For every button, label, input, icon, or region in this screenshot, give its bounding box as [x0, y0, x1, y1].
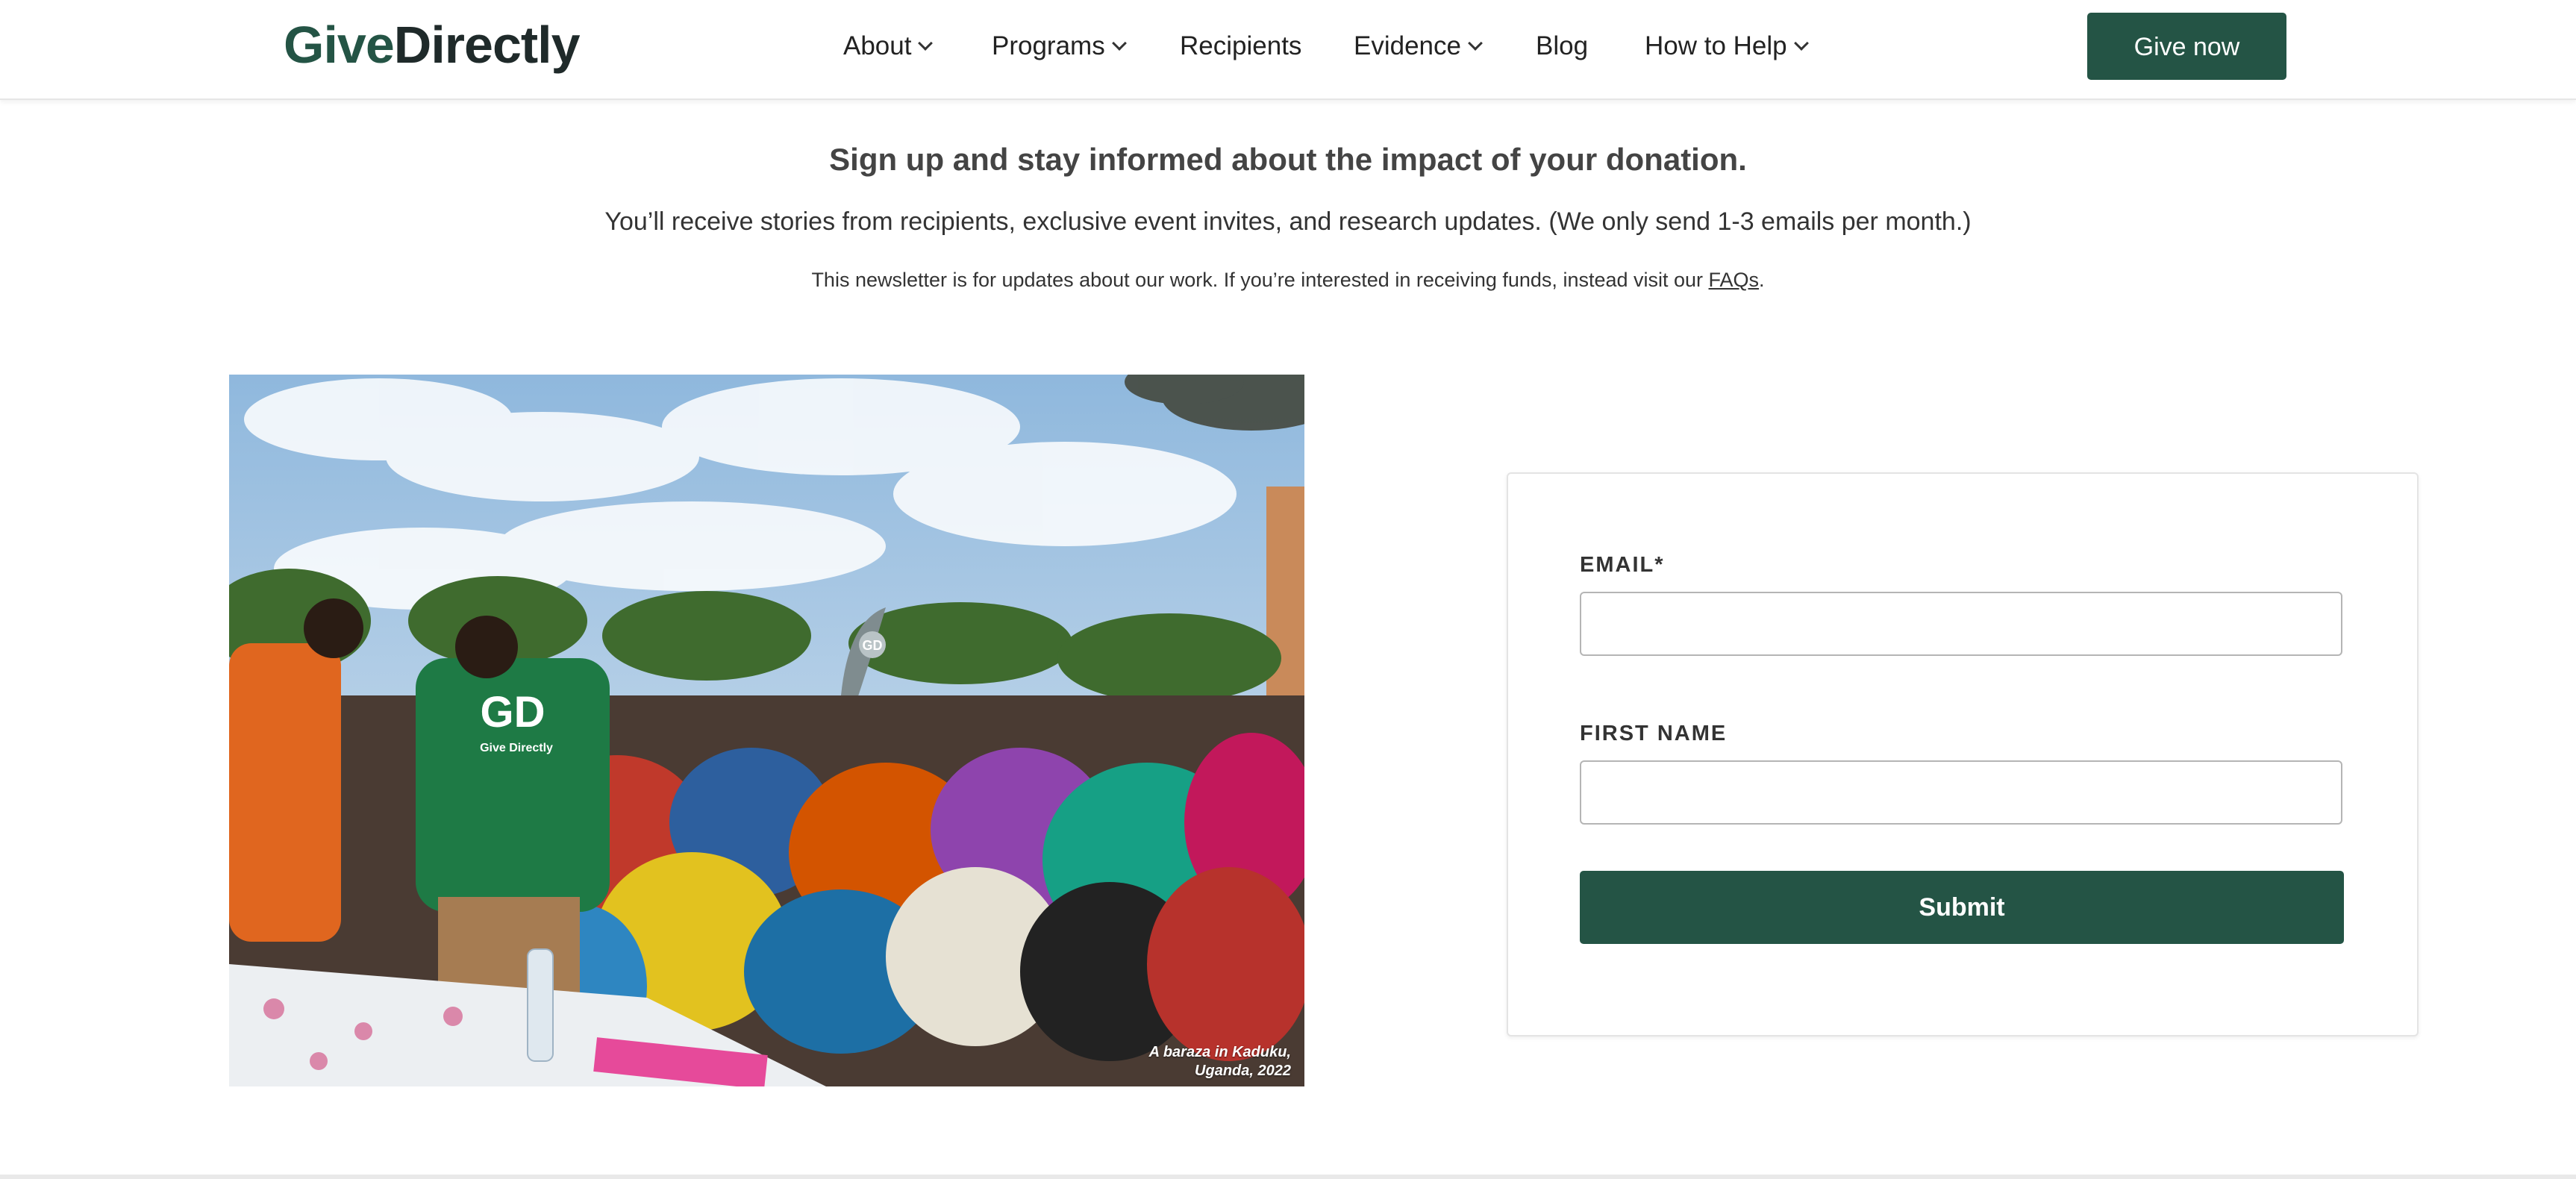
- flag-logo-text: GD: [863, 638, 883, 653]
- nav-evidence-label: Evidence: [1354, 31, 1461, 60]
- person-orange-vest: [229, 643, 341, 942]
- caption-line-2: Uganda, 2022: [1195, 1063, 1291, 1079]
- shirt-logo-text: GD: [481, 688, 545, 737]
- chevron-down-icon: [918, 36, 934, 51]
- nav-item-recipients[interactable]: Recipients: [1180, 28, 1301, 64]
- newsletter-note: This newsletter is for updates about our…: [0, 265, 2576, 295]
- email-label: EMAIL*: [1580, 553, 1665, 577]
- caption-line-1: A baraza in Kaduku,: [1148, 1044, 1291, 1060]
- email-field[interactable]: [1580, 592, 2342, 656]
- nav-item-about[interactable]: About: [843, 28, 934, 64]
- faqs-link[interactable]: FAQs: [1709, 269, 1760, 291]
- logo-directly-text: Directly: [393, 16, 581, 74]
- nav-about-label: About: [843, 31, 912, 60]
- logo-give-text: Give: [284, 16, 395, 74]
- submit-button[interactable]: Submit: [1580, 871, 2344, 944]
- photo-caption: A baraza in Kaduku, Uganda, 2022: [1097, 1043, 1291, 1081]
- give-now-button[interactable]: Give now: [2087, 13, 2286, 80]
- water-bottle: [527, 948, 554, 1062]
- chevron-down-icon: [1793, 36, 1809, 51]
- photo-scene: GD GD Give Directly: [229, 375, 1304, 1086]
- signup-description: You’ll receive stories from recipients, …: [604, 207, 1972, 236]
- baraza-photo: GD GD Give Directly A baraza in Kaduku, …: [229, 375, 1304, 1086]
- nav-item-evidence[interactable]: Evidence: [1354, 28, 1483, 64]
- note-text: This newsletter is for updates about our…: [811, 269, 1709, 291]
- first-name-label: FIRST NAME: [1580, 722, 1728, 745]
- nav-programs-label: Programs: [992, 31, 1105, 60]
- chevron-down-icon: [1468, 36, 1483, 51]
- chevron-down-icon: [1111, 36, 1127, 51]
- nav-item-how-to-help[interactable]: How to Help: [1645, 28, 1809, 64]
- signup-form-card: EMAIL* FIRST NAME Submit: [1507, 472, 2419, 1036]
- nav-blog-label: Blog: [1536, 31, 1589, 60]
- nav-how-to-help-label: How to Help: [1645, 31, 1787, 60]
- nav-item-programs[interactable]: Programs: [992, 28, 1127, 64]
- nav-recipients-label: Recipients: [1180, 31, 1302, 60]
- footer-divider: [0, 1175, 2576, 1179]
- shirt-brand-text: Give Directly: [480, 742, 553, 754]
- first-name-field[interactable]: [1580, 760, 2342, 825]
- givedirectly-logo[interactable]: GiveDirectly: [284, 10, 581, 79]
- nav-item-blog[interactable]: Blog: [1536, 28, 1588, 64]
- signup-headline: Sign up and stay informed about the impa…: [829, 142, 1747, 177]
- site-header: GiveDirectly About Programs Recipients E…: [0, 0, 2576, 100]
- note-suffix: .: [1759, 269, 1765, 291]
